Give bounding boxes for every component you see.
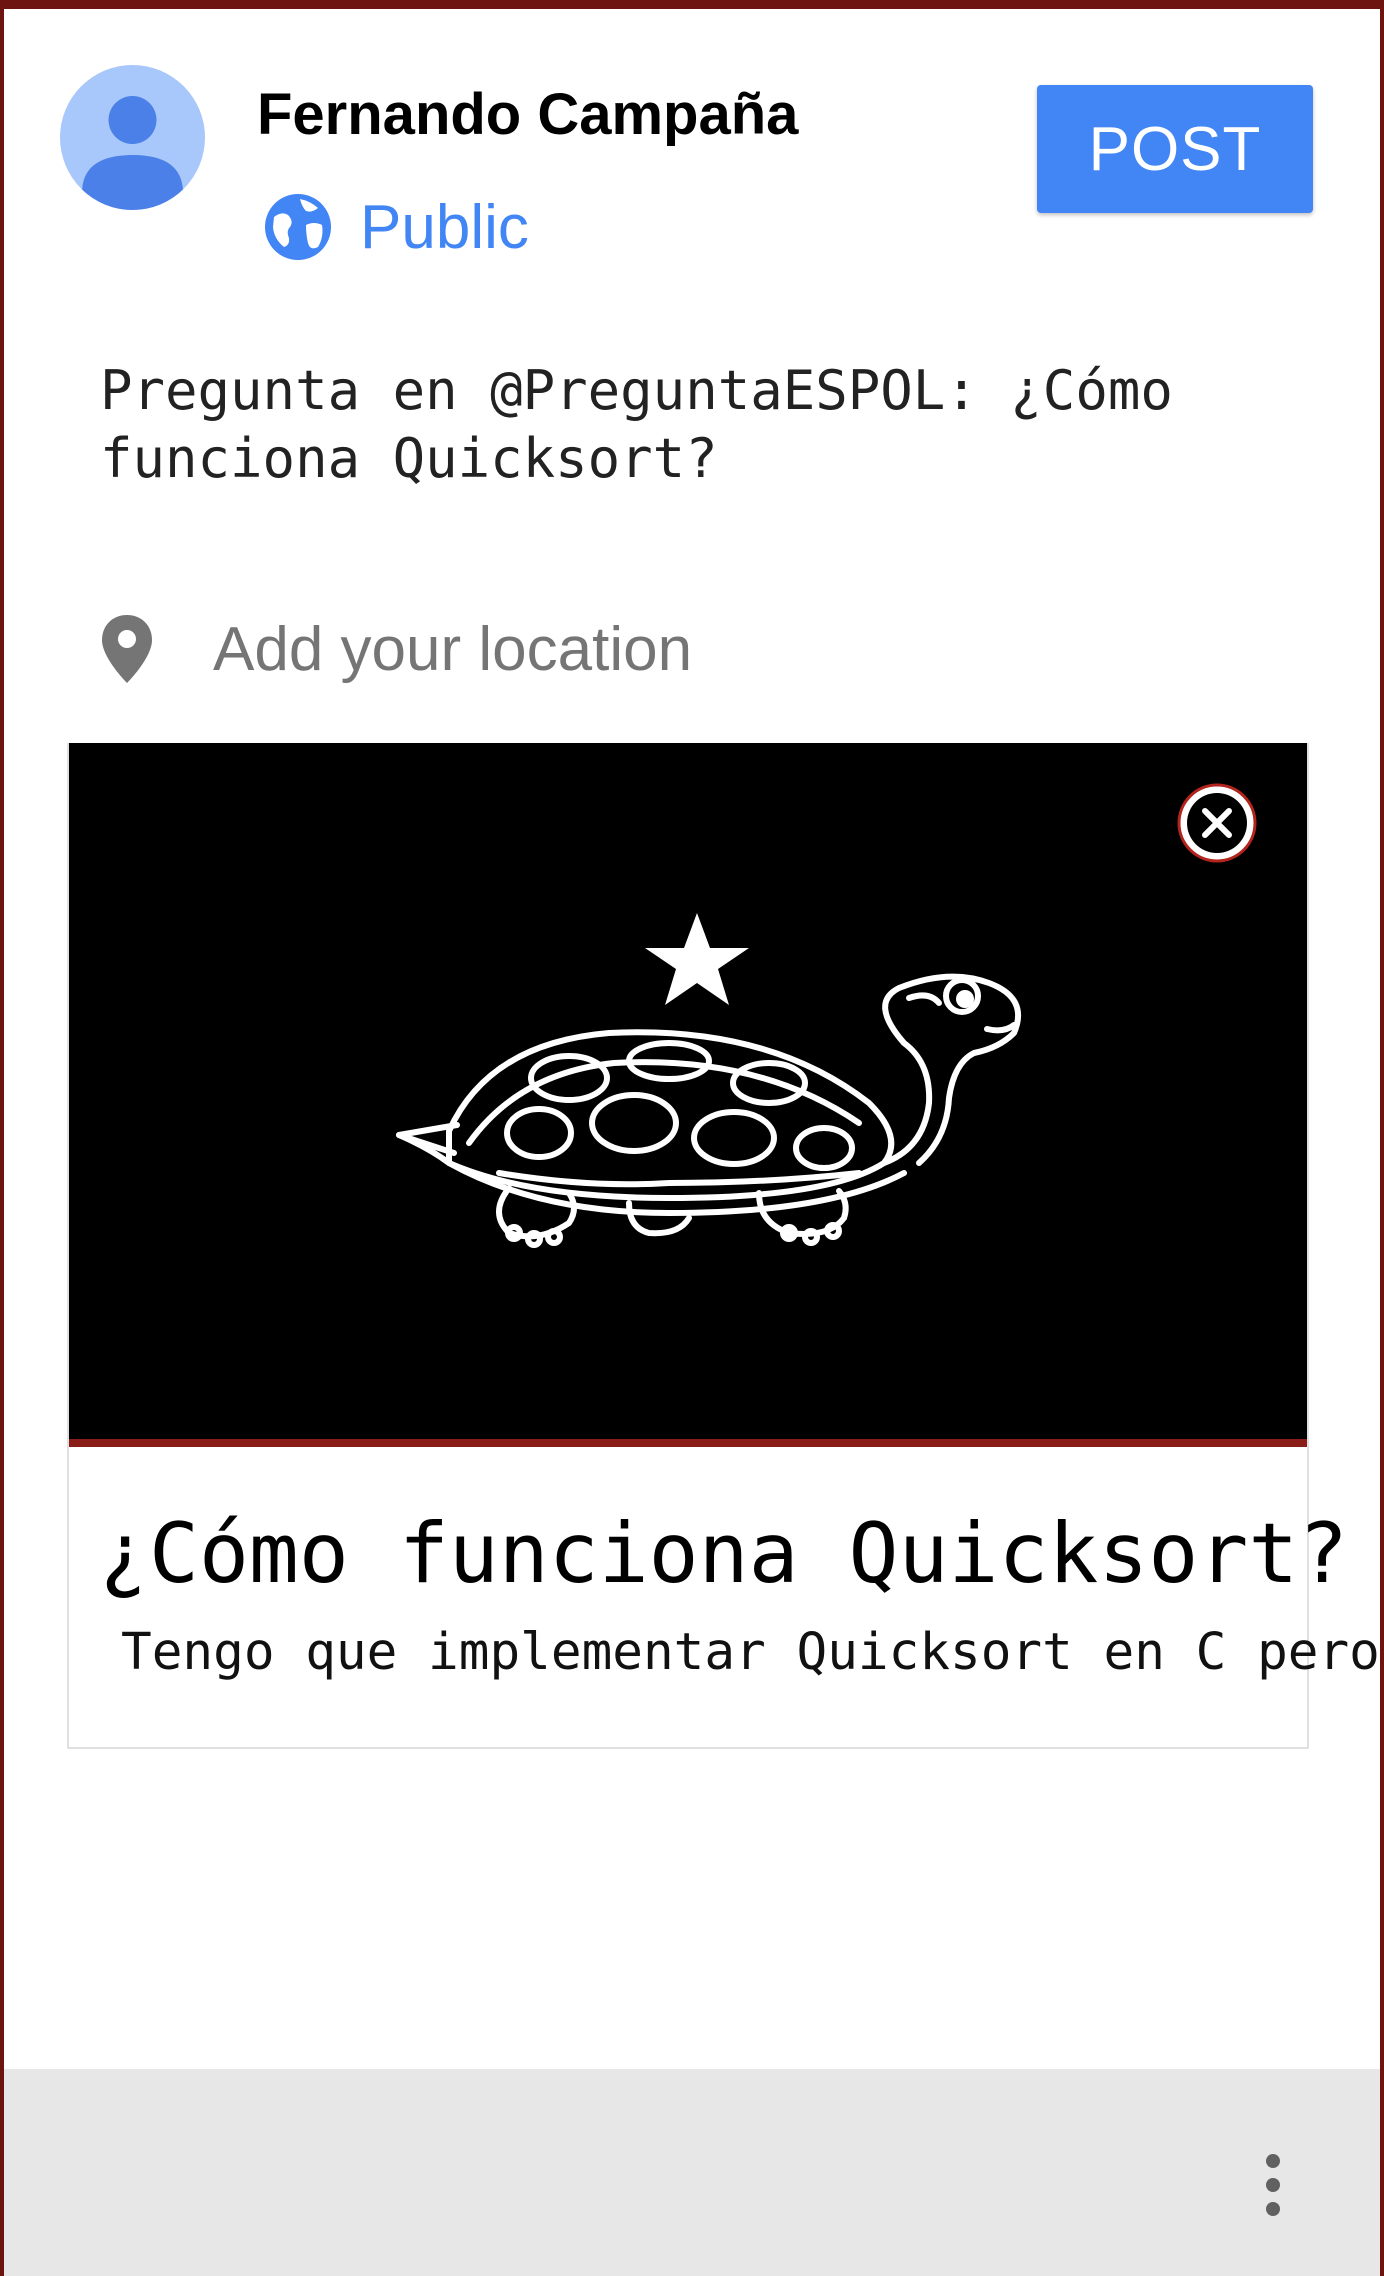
- location-placeholder: Add your location: [213, 614, 693, 684]
- post-button[interactable]: POST: [1037, 85, 1313, 213]
- link-preview-title: ¿Cómo funciona Quicksort?: [99, 1505, 1349, 1602]
- remove-preview-button[interactable]: [1177, 783, 1257, 863]
- user-name: Fernando Campaña: [257, 82, 799, 147]
- turtle-logo-icon: [396, 913, 1021, 1248]
- add-location-row[interactable]: Add your location: [100, 599, 692, 699]
- share-dialog: Fernando Campaña Public POST Pregunta en…: [4, 9, 1380, 2276]
- link-preview-description: Tengo que implementar Quicksort en C per…: [121, 1623, 1380, 1682]
- visibility-selector[interactable]: Public: [262, 187, 529, 267]
- link-preview-image: [69, 743, 1307, 1447]
- avatar: [60, 65, 205, 210]
- globe-icon: [262, 191, 334, 263]
- message-text[interactable]: Pregunta en @PreguntaESPOL: ¿Cómo funcio…: [100, 357, 1320, 493]
- more-vert-icon: [1266, 2154, 1280, 2216]
- link-preview-card[interactable]: ¿Cómo funciona Quicksort? Tengo que impl…: [67, 743, 1380, 1749]
- location-pin-icon: [100, 613, 154, 685]
- close-circle-icon: [1177, 783, 1257, 863]
- visibility-label: Public: [360, 192, 529, 262]
- person-icon: [82, 96, 183, 210]
- more-options-button[interactable]: [1248, 2147, 1298, 2227]
- bottom-toolbar: [4, 2069, 1380, 2276]
